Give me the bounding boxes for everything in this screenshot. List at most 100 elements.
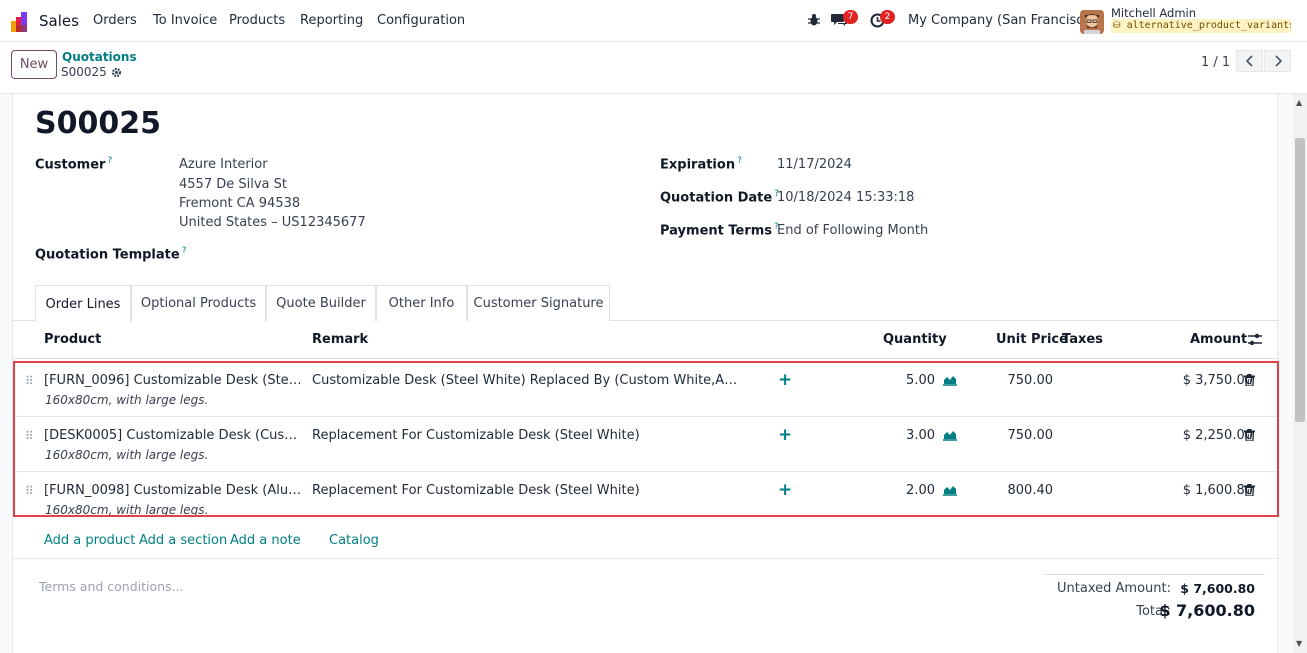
column-taxes[interactable]: Taxes bbox=[1062, 332, 1103, 347]
tab-optional-products[interactable]: Optional Products bbox=[131, 285, 266, 321]
activities-count-badge: 2 bbox=[880, 10, 895, 24]
row-product[interactable]: [FURN_0098] Customizable Desk (Aluminium… bbox=[44, 483, 302, 498]
delete-row-icon[interactable] bbox=[1244, 484, 1255, 496]
payment-terms-field[interactable]: End of Following Month bbox=[777, 223, 928, 238]
row-amount: $ 1,600.80 bbox=[1182, 483, 1253, 498]
expiration-help-icon[interactable]: ? bbox=[737, 156, 742, 166]
add-note-link[interactable]: Add a note bbox=[230, 533, 301, 548]
row-remark[interactable]: Replacement For Customizable Desk (Steel… bbox=[312, 483, 740, 498]
company-switcher[interactable]: My Company (San Francisco) bbox=[908, 13, 1096, 28]
user-name[interactable]: Mitchell Admin bbox=[1111, 6, 1196, 20]
row-unit-price[interactable]: 750.00 bbox=[973, 373, 1054, 388]
expiration-label: Expiration? bbox=[660, 156, 742, 173]
row-description: 160x80cm, with large legs. bbox=[45, 393, 209, 407]
add-alternative-icon[interactable]: + bbox=[778, 480, 792, 500]
row-amount: $ 3,750.00 bbox=[1182, 373, 1253, 388]
breadcrumb-current: S00025 bbox=[61, 65, 122, 79]
table-row[interactable]: ⠿ [FURN_0098] Customizable Desk (Alumini… bbox=[13, 472, 1279, 517]
untaxed-amount-value: $ 7,600.80 bbox=[1180, 581, 1255, 596]
row-amount: $ 2,250.00 bbox=[1182, 428, 1253, 443]
row-remark[interactable]: Replacement For Customizable Desk (Steel… bbox=[312, 428, 740, 443]
record-name: S00025 bbox=[35, 106, 161, 141]
expiration-field[interactable]: 11/17/2024 bbox=[777, 157, 852, 172]
row-quantity[interactable]: 5.00 bbox=[873, 373, 935, 388]
database-name: alternative_product_variants bbox=[1126, 20, 1291, 31]
customer-city: Fremont CA 94538 bbox=[179, 196, 301, 211]
template-help-icon[interactable]: ? bbox=[182, 246, 187, 256]
tab-customer-signature[interactable]: Customer Signature bbox=[467, 285, 610, 321]
row-remark[interactable]: Customizable Desk (Steel White) Replaced… bbox=[312, 373, 740, 388]
sales-app-icon[interactable] bbox=[11, 12, 31, 32]
row-unit-price[interactable]: 750.00 bbox=[973, 428, 1054, 443]
add-alternative-icon[interactable]: + bbox=[778, 370, 792, 390]
scrollbar-thumb[interactable] bbox=[1295, 138, 1305, 422]
terms-and-conditions-field[interactable]: Terms and conditions... bbox=[39, 579, 184, 594]
customer-name[interactable]: Azure Interior bbox=[179, 157, 268, 172]
customer-label: Customer? bbox=[35, 156, 113, 173]
column-product[interactable]: Product bbox=[44, 332, 101, 347]
add-alternative-icon[interactable]: + bbox=[778, 425, 792, 445]
tab-order-lines[interactable]: Order Lines bbox=[35, 285, 131, 322]
quotation-date-label: Quotation Date? bbox=[660, 189, 779, 206]
gear-icon[interactable] bbox=[111, 67, 122, 78]
form-sheet: S00025 Customer? Azure Interior 4557 De … bbox=[12, 94, 1279, 653]
row-quantity[interactable]: 3.00 bbox=[873, 428, 935, 443]
total-value: $ 7,600.80 bbox=[1159, 601, 1255, 620]
breadcrumb-current-label: S00025 bbox=[61, 65, 107, 79]
tab-other-info[interactable]: Other Info bbox=[376, 285, 467, 321]
optional-columns-icon[interactable] bbox=[1248, 333, 1262, 346]
row-product[interactable]: [DESK0005] Customizable Desk (Custom, Wh… bbox=[44, 428, 302, 443]
database-chip: ⛁ alternative_product_variants bbox=[1111, 19, 1291, 33]
column-unit-price[interactable]: Unit Price bbox=[996, 332, 1068, 347]
forecast-chart-icon[interactable] bbox=[943, 374, 957, 386]
quotation-date-field[interactable]: 10/18/2024 15:33:18 bbox=[777, 190, 914, 205]
payment-terms-label: Payment Terms? bbox=[660, 222, 779, 239]
column-quantity[interactable]: Quantity bbox=[883, 332, 947, 347]
customer-street: 4557 De Silva St bbox=[179, 177, 287, 192]
column-amount[interactable]: Amount bbox=[1190, 332, 1247, 347]
column-remark[interactable]: Remark bbox=[312, 332, 368, 347]
untaxed-amount-label: Untaxed Amount: bbox=[1057, 581, 1171, 596]
menu-orders[interactable]: Orders bbox=[93, 13, 137, 28]
table-header-divider bbox=[13, 358, 1279, 359]
menu-to-invoice[interactable]: To Invoice bbox=[153, 13, 217, 28]
scroll-up-icon[interactable]: ▲ bbox=[1296, 98, 1302, 107]
catalog-link[interactable]: Catalog bbox=[329, 533, 379, 548]
user-avatar[interactable] bbox=[1080, 10, 1104, 34]
table-row[interactable]: ⠿ [FURN_0096] Customizable Desk (Steel, … bbox=[13, 362, 1279, 417]
menu-reporting[interactable]: Reporting bbox=[300, 13, 363, 28]
drag-handle-icon[interactable]: ⠿ bbox=[25, 374, 34, 388]
pager-previous-button[interactable] bbox=[1236, 50, 1263, 72]
pager-value[interactable]: 1 / 1 bbox=[1201, 55, 1230, 70]
tab-quote-builder[interactable]: Quote Builder bbox=[266, 285, 376, 321]
forecast-chart-icon[interactable] bbox=[943, 429, 957, 441]
row-quantity[interactable]: 2.00 bbox=[873, 483, 935, 498]
control-panel: New Quotations S00025 1 / 1 bbox=[0, 42, 1307, 94]
row-description: 160x80cm, with large legs. bbox=[45, 503, 209, 517]
menu-configuration[interactable]: Configuration bbox=[377, 13, 465, 28]
menu-products[interactable]: Products bbox=[229, 13, 285, 28]
chevron-left-icon bbox=[1245, 55, 1253, 67]
breadcrumb-quotations[interactable]: Quotations bbox=[62, 50, 137, 64]
delete-row-icon[interactable] bbox=[1244, 374, 1255, 386]
add-section-link[interactable]: Add a section bbox=[139, 533, 227, 548]
scroll-down-icon[interactable]: ▼ bbox=[1296, 639, 1302, 648]
app-name[interactable]: Sales bbox=[39, 12, 79, 30]
bug-icon[interactable] bbox=[807, 13, 821, 27]
new-button[interactable]: New bbox=[11, 50, 57, 79]
add-product-link[interactable]: Add a product bbox=[44, 533, 135, 548]
delete-row-icon[interactable] bbox=[1244, 429, 1255, 441]
pager-next-button[interactable] bbox=[1264, 50, 1291, 72]
row-product[interactable]: [FURN_0096] Customizable Desk (Steel, Wh… bbox=[44, 373, 302, 388]
forecast-chart-icon[interactable] bbox=[943, 484, 957, 496]
table-footer-divider bbox=[13, 558, 1279, 559]
customer-help-icon[interactable]: ? bbox=[107, 156, 112, 166]
table-row[interactable]: ⠿ [DESK0005] Customizable Desk (Custom, … bbox=[13, 417, 1279, 472]
drag-handle-icon[interactable]: ⠿ bbox=[25, 429, 34, 443]
vertical-scrollbar[interactable]: ▲ ▼ bbox=[1293, 94, 1307, 653]
chevron-right-icon bbox=[1274, 55, 1282, 67]
customer-country: United States – US12345677 bbox=[179, 215, 366, 230]
row-unit-price[interactable]: 800.40 bbox=[973, 483, 1054, 498]
drag-handle-icon[interactable]: ⠿ bbox=[25, 484, 34, 498]
quotation-template-label: Quotation Template? bbox=[35, 246, 187, 263]
